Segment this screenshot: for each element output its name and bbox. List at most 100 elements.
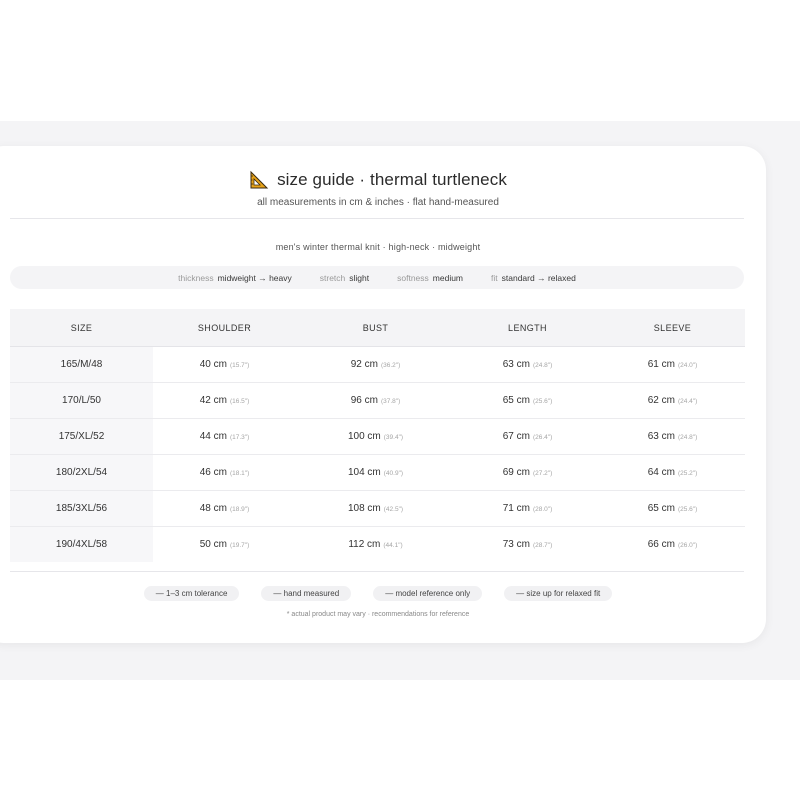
property-key: softness bbox=[397, 272, 429, 283]
cm-value: 62 cm bbox=[647, 395, 675, 406]
footnote: * actual product may vary · recommendati… bbox=[286, 611, 470, 618]
length-cell: 65 cm (25.6") bbox=[455, 382, 600, 419]
property-value: standard → relaxed bbox=[501, 272, 576, 283]
bust-cell: 96 cm (37.8") bbox=[296, 382, 455, 419]
cm-value: 108 cm bbox=[347, 503, 381, 514]
cm-value: 104 cm bbox=[347, 467, 381, 478]
divider bbox=[10, 571, 744, 572]
size-cell: 170/L/50 bbox=[10, 382, 153, 419]
shoulder-cell: 42 cm (16.5") bbox=[153, 382, 296, 419]
property-value: midweight → heavy bbox=[217, 272, 292, 283]
size-cell: 165/M/48 bbox=[10, 346, 153, 383]
sleeve-cell: 65 cm (25.6") bbox=[600, 490, 745, 527]
cm-value: 44 cm bbox=[199, 431, 227, 442]
inch-value: (24.8") bbox=[532, 362, 553, 369]
page-subtitle: all measurements in cm & inches · flat h… bbox=[257, 197, 499, 208]
shoulder-cell: 50 cm (19.7") bbox=[153, 527, 296, 563]
column-header-sleeve: SLEEVE bbox=[600, 309, 745, 347]
property-value: medium bbox=[432, 272, 464, 283]
inch-value: (24.4") bbox=[677, 398, 698, 405]
property-key: fit bbox=[491, 272, 498, 283]
cm-value: 65 cm bbox=[502, 395, 530, 406]
inch-value: (24.8") bbox=[677, 434, 698, 441]
product-caption: men's winter thermal knit · high-neck · … bbox=[275, 242, 481, 252]
length-cell: 69 cm (27.2") bbox=[455, 454, 600, 491]
cm-value: 63 cm bbox=[502, 359, 530, 370]
property-thickness: thickness midweight → heavy bbox=[178, 273, 292, 283]
properties-bar: thickness midweight → heavy stretch slight… bbox=[10, 266, 744, 289]
cm-value: 66 cm bbox=[647, 539, 675, 550]
cm-value: 69 cm bbox=[502, 467, 530, 478]
inch-value: (16.5") bbox=[229, 398, 250, 405]
property-key: thickness bbox=[178, 272, 214, 283]
inch-value: (28.0") bbox=[532, 506, 553, 513]
column-header-size: SIZE bbox=[10, 309, 153, 347]
inch-value: (28.7") bbox=[532, 542, 553, 549]
length-cell: 71 cm (28.0") bbox=[455, 490, 600, 527]
cm-value: 92 cm bbox=[350, 359, 378, 370]
inch-value: (39.4") bbox=[383, 434, 404, 441]
table-header-row: SIZE SHOULDER BUST LENGTH SLEEVE bbox=[10, 309, 745, 347]
size-cell: 190/4XL/58 bbox=[10, 526, 153, 562]
column-header-length: LENGTH bbox=[455, 309, 600, 347]
notes-row: — 1–3 cm tolerance — hand measured — mod… bbox=[0, 586, 756, 601]
inch-value: (26.0") bbox=[677, 542, 698, 549]
note-chip-tolerance: — 1–3 cm tolerance bbox=[143, 586, 240, 601]
column-header-shoulder: SHOULDER bbox=[153, 309, 296, 347]
table-row: 190/4XL/58 50 cm (19.7") 112 cm (44.1") 73… bbox=[10, 526, 745, 563]
shoulder-cell: 44 cm (17.3") bbox=[153, 418, 296, 455]
property-value: slight bbox=[349, 272, 370, 283]
bust-cell: 104 cm (40.9") bbox=[296, 454, 455, 491]
header: size guide · thermal turtleneck bbox=[0, 170, 756, 190]
shoulder-cell: 40 cm (15.7") bbox=[153, 346, 296, 383]
cm-value: 48 cm bbox=[199, 503, 227, 514]
inch-value: (19.7") bbox=[229, 542, 250, 549]
inch-value: (17.3") bbox=[229, 434, 250, 441]
bust-cell: 108 cm (42.5") bbox=[296, 490, 455, 527]
cm-value: 112 cm bbox=[348, 539, 381, 550]
property-key: stretch bbox=[319, 272, 346, 283]
inch-value: (37.8") bbox=[380, 398, 401, 405]
table-row: 170/L/50 42 cm (16.5") 96 cm (37.8") 65 cm… bbox=[10, 382, 745, 419]
table-row: 165/M/48 40 cm (15.7") 92 cm (36.2") 63 cm… bbox=[10, 346, 745, 383]
bust-cell: 92 cm (36.2") bbox=[296, 346, 455, 383]
cm-value: 67 cm bbox=[502, 431, 530, 442]
cm-value: 61 cm bbox=[647, 359, 675, 370]
inch-value: (18.9") bbox=[229, 506, 250, 513]
note-chip-size-up: — size up for relaxed fit bbox=[504, 586, 613, 601]
sleeve-cell: 66 cm (26.0") bbox=[600, 527, 745, 563]
table-row: 175/XL/52 44 cm (17.3") 100 cm (39.4") 67 … bbox=[10, 418, 745, 455]
bust-cell: 100 cm (39.4") bbox=[296, 418, 455, 455]
cm-value: 100 cm bbox=[347, 431, 381, 442]
inch-value: (36.2") bbox=[380, 362, 401, 369]
table-row: 180/2XL/54 46 cm (18.1") 104 cm (40.9") 69… bbox=[10, 454, 745, 491]
cm-value: 65 cm bbox=[647, 503, 675, 514]
cm-value: 40 cm bbox=[199, 359, 227, 370]
inch-value: (18.1") bbox=[229, 470, 250, 477]
bust-cell: 112 cm (44.1") bbox=[296, 527, 455, 563]
inch-value: (27.2") bbox=[532, 470, 553, 477]
property-softness: softness medium bbox=[397, 273, 463, 283]
page-title: size guide · thermal turtleneck bbox=[277, 170, 507, 189]
size-table: SIZE SHOULDER BUST LENGTH SLEEVE 165/M/4… bbox=[10, 309, 745, 562]
size-cell: 185/3XL/56 bbox=[10, 490, 153, 527]
inch-value: (24.0") bbox=[677, 362, 698, 369]
sleeve-cell: 64 cm (25.2") bbox=[600, 454, 745, 491]
divider bbox=[10, 218, 744, 219]
size-cell: 175/XL/52 bbox=[10, 418, 153, 455]
table-row: 185/3XL/56 48 cm (18.9") 108 cm (42.5") 71… bbox=[10, 490, 745, 527]
length-cell: 67 cm (26.4") bbox=[455, 418, 600, 455]
sleeve-cell: 62 cm (24.4") bbox=[600, 382, 745, 419]
triangle-ruler-icon bbox=[250, 170, 269, 189]
shoulder-cell: 46 cm (18.1") bbox=[153, 454, 296, 491]
inch-value: (40.9") bbox=[383, 470, 404, 477]
inch-value: (42.5") bbox=[383, 506, 404, 513]
cm-value: 50 cm bbox=[199, 539, 227, 550]
cm-value: 96 cm bbox=[350, 395, 378, 406]
inch-value: (25.6") bbox=[677, 506, 698, 513]
cm-value: 42 cm bbox=[199, 395, 227, 406]
cm-value: 73 cm bbox=[502, 539, 530, 550]
sleeve-cell: 63 cm (24.8") bbox=[600, 418, 745, 455]
inch-value: (15.7") bbox=[229, 362, 250, 369]
length-cell: 63 cm (24.8") bbox=[455, 346, 600, 383]
